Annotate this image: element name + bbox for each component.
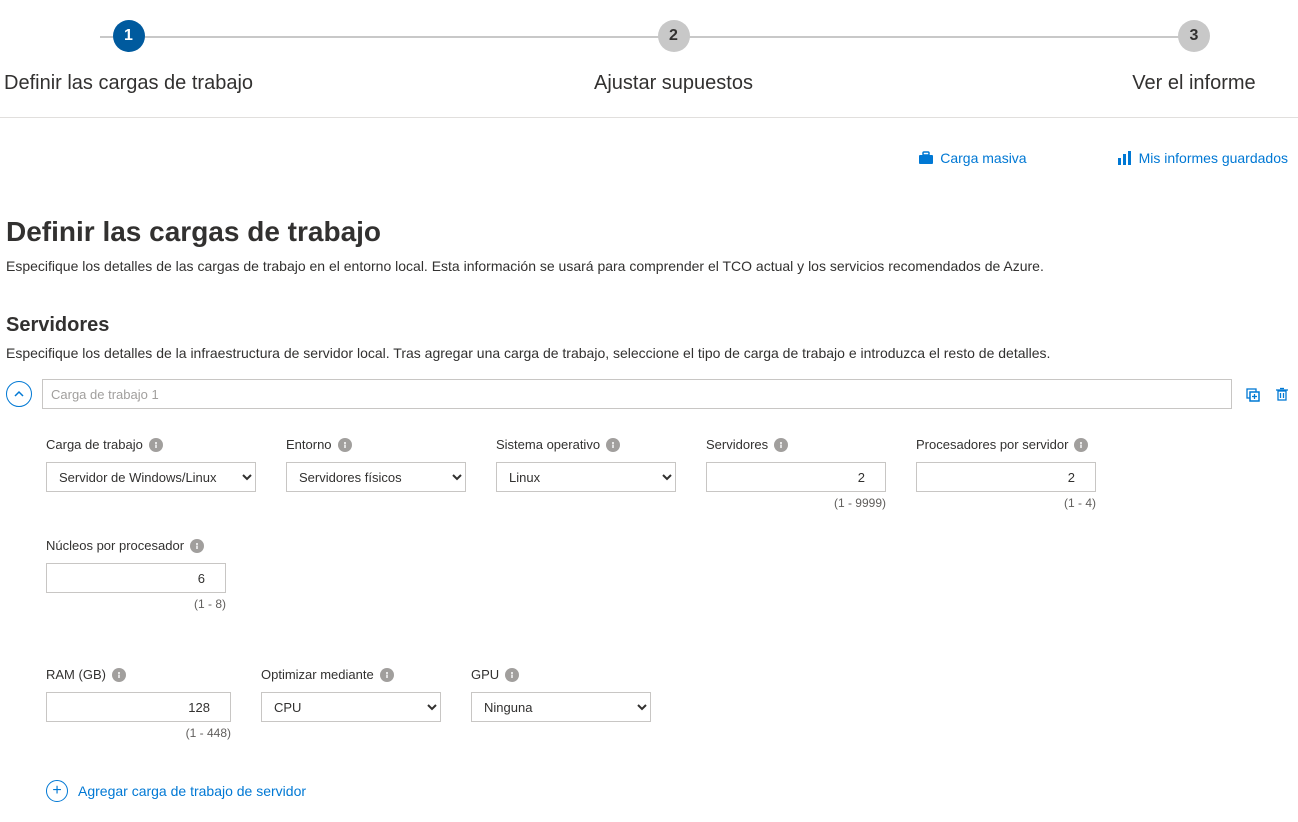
workload-type-label: Carga de trabajo [46, 437, 256, 452]
servers-count-input[interactable] [706, 462, 886, 492]
trash-icon [1274, 386, 1290, 402]
chart-icon [1117, 150, 1133, 166]
gpu-label: GPU [471, 667, 651, 682]
duplicate-button[interactable] [1242, 384, 1262, 404]
os-select[interactable]: Linux [496, 462, 676, 492]
procs-label: Procesadores por servidor [916, 437, 1096, 452]
servers-desc: Especifique los detalles de la infraestr… [6, 345, 1292, 361]
optimize-select[interactable]: CPU [261, 692, 441, 722]
gpu-select[interactable]: Ninguna [471, 692, 651, 722]
chevron-up-icon [13, 388, 25, 400]
step-number-2: 2 [658, 20, 690, 52]
servers-count-label: Servidores [706, 437, 886, 452]
saved-reports-label: Mis informes guardados [1139, 150, 1288, 166]
info-icon[interactable] [1074, 438, 1088, 452]
page-title: Definir las cargas de trabajo [6, 216, 1292, 248]
saved-reports-link[interactable]: Mis informes guardados [1117, 150, 1288, 166]
bulk-upload-label: Carga masiva [940, 150, 1026, 166]
cores-label: Núcleos por procesador [46, 538, 226, 553]
ram-hint: (1 - 448) [46, 726, 231, 740]
add-server-workload-button[interactable]: + Agregar carga de trabajo de servidor [46, 780, 306, 802]
step-assumptions[interactable]: 2 Ajustar supuestos [574, 20, 774, 95]
environment-select[interactable]: Servidores físicos [286, 462, 466, 492]
plus-icon: + [46, 780, 68, 802]
cores-hint: (1 - 8) [46, 597, 226, 611]
workload-name-input[interactable] [42, 379, 1232, 409]
cores-input[interactable] [46, 563, 226, 593]
step-define[interactable]: 1 Definir las cargas de trabajo [4, 20, 253, 95]
info-icon[interactable] [149, 438, 163, 452]
step-label-2: Ajustar supuestos [594, 72, 753, 95]
info-icon[interactable] [338, 438, 352, 452]
step-label-3: Ver el informe [1132, 72, 1255, 95]
info-icon[interactable] [190, 539, 204, 553]
os-label: Sistema operativo [496, 437, 676, 452]
step-report[interactable]: 3 Ver el informe [1094, 20, 1294, 95]
procs-input[interactable] [916, 462, 1096, 492]
info-icon[interactable] [112, 668, 126, 682]
collapse-toggle[interactable] [6, 381, 32, 407]
bulk-upload-link[interactable]: Carga masiva [918, 150, 1026, 166]
workload-type-select[interactable]: Servidor de Windows/Linux [46, 462, 256, 492]
procs-hint: (1 - 4) [916, 496, 1096, 510]
briefcase-icon [918, 150, 934, 166]
ram-input[interactable] [46, 692, 231, 722]
delete-button[interactable] [1272, 384, 1292, 404]
info-icon[interactable] [774, 438, 788, 452]
step-label-1: Definir las cargas de trabajo [4, 72, 253, 95]
stepper: 1 Definir las cargas de trabajo 2 Ajusta… [0, 20, 1298, 95]
add-server-workload-label: Agregar carga de trabajo de servidor [78, 783, 306, 799]
info-icon[interactable] [505, 668, 519, 682]
servers-count-hint: (1 - 9999) [706, 496, 886, 510]
copy-icon [1244, 386, 1260, 402]
info-icon[interactable] [606, 438, 620, 452]
step-number-3: 3 [1178, 20, 1210, 52]
info-icon[interactable] [380, 668, 394, 682]
optimize-label: Optimizar mediante [261, 667, 441, 682]
servers-heading: Servidores [6, 314, 1292, 337]
page-subtitle: Especifique los detalles de las cargas d… [6, 258, 1292, 274]
environment-label: Entorno [286, 437, 466, 452]
step-number-1: 1 [113, 20, 145, 52]
ram-label: RAM (GB) [46, 667, 231, 682]
